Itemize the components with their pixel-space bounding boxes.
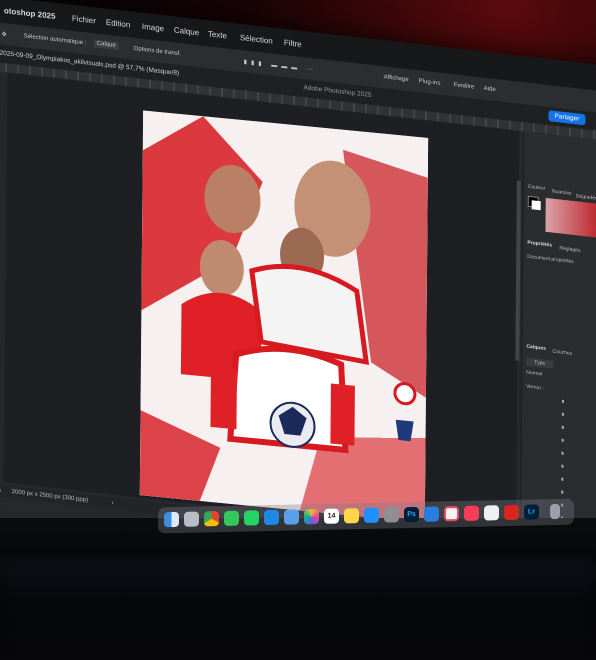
panel-tab-degrades[interactable]: Dégradés (576, 193, 596, 201)
whatsapp-icon[interactable] (244, 510, 259, 526)
menu-calque[interactable]: Calque (174, 25, 199, 37)
desk-reflection (0, 560, 596, 660)
workspace-affichage[interactable]: Affichage (384, 74, 409, 83)
messages-icon[interactable] (224, 510, 239, 526)
status-chevron-icon[interactable]: › (112, 500, 114, 506)
panel-tab-proprietes[interactable]: Propriétés (527, 240, 552, 249)
lightroom-icon[interactable]: Lr (524, 504, 539, 520)
menu-fichier[interactable]: Fichier (72, 14, 96, 26)
chrome-icon[interactable] (204, 511, 219, 527)
mail-icon[interactable] (264, 509, 279, 526)
panel-tab-reglages[interactable]: Réglages (559, 245, 580, 253)
workspace-aide[interactable]: Aide (484, 86, 496, 93)
color-picker-field[interactable] (545, 197, 596, 241)
pages-icon[interactable] (484, 505, 499, 521)
photoshop-icon[interactable]: Ps (404, 506, 419, 523)
notes-icon[interactable] (344, 508, 359, 524)
settings-icon[interactable] (384, 507, 399, 523)
workspace-plugins[interactable]: Plug-ins (419, 78, 441, 86)
photos-folder-icon[interactable] (284, 509, 299, 525)
player-figure (210, 366, 237, 430)
panel-tab-couches[interactable]: Couches (552, 349, 572, 357)
acrobat-icon[interactable] (504, 504, 519, 521)
doc-size: 2000 px x 2500 px (300 ppp) (11, 489, 89, 504)
properties-subtitle: Document propriétés (527, 253, 574, 265)
app-icon[interactable] (444, 506, 459, 522)
workspace-fenetre[interactable]: Fenêtre (454, 82, 475, 90)
calendar-icon[interactable]: 14 (324, 508, 339, 524)
transform-options[interactable]: Options de transf. (134, 46, 181, 57)
blend-mode-select[interactable]: Normal (526, 370, 542, 378)
launchpad-icon[interactable] (184, 511, 199, 527)
app-name[interactable]: otoshop 2025 (4, 6, 56, 21)
photo-of-monitor: otoshop 2025 Fichier Edition Image Calqu… (0, 0, 596, 660)
artwork-poster (139, 110, 429, 523)
app-store-icon[interactable] (364, 507, 379, 524)
path-tool-icon[interactable]: ⟡ (0, 271, 1, 283)
layer-filter[interactable]: Type (526, 357, 554, 369)
panel-tab-nuancier[interactable]: Nuancier (552, 189, 572, 197)
menu-image[interactable]: Image (142, 22, 164, 34)
menu-filtre[interactable]: Filtre (284, 38, 302, 49)
app-title: Adobe Photoshop 2025 (303, 84, 372, 99)
safari-icon[interactable] (424, 506, 439, 522)
zoom-indicator[interactable]: % (0, 487, 1, 494)
move-tool-icon[interactable]: ✥ (2, 31, 7, 39)
player-figure (330, 383, 355, 446)
panel-tab-calques[interactable]: Calques (526, 344, 546, 352)
menu-edition[interactable]: Edition (106, 18, 131, 30)
club-crest-icon (393, 382, 417, 406)
photos-icon[interactable] (304, 508, 319, 525)
music-icon[interactable] (464, 505, 479, 521)
menu-selection[interactable]: Sélection (240, 33, 273, 46)
downloads-icon[interactable] (550, 503, 560, 520)
lock-label: Verrou : (526, 383, 544, 392)
menu-texte[interactable]: Texte (208, 29, 227, 40)
auto-select-label[interactable]: Sélection automatique : (24, 33, 87, 46)
vertical-scrollbar[interactable] (515, 180, 521, 361)
panel-tab-couleur[interactable]: Couleur (528, 184, 546, 192)
poster-artwork (139, 110, 429, 523)
background-color-swatch[interactable] (531, 200, 541, 211)
align-icons[interactable]: ▮▮▮ ▬▬▬ ⋯ (244, 58, 317, 73)
layer-select[interactable]: Calque (93, 39, 119, 51)
finder-icon[interactable] (164, 511, 179, 528)
share-button[interactable]: Partager (548, 110, 586, 126)
